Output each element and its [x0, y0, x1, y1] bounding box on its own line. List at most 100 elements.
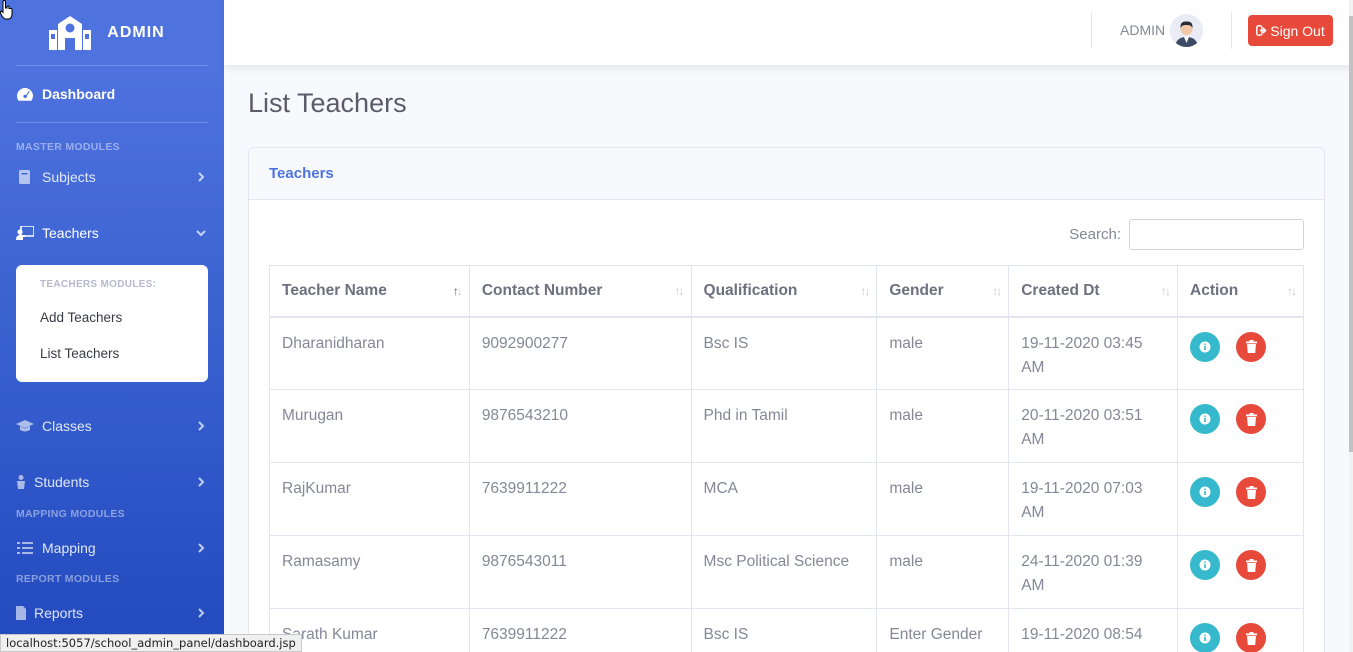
sidebar-item-label: Mapping [42, 540, 96, 556]
chevron-right-icon [198, 477, 205, 487]
table-header-row: Teacher Name ↑↓ Contact Number ↑↓ Qualific… [269, 265, 1304, 318]
cell-action [1177, 316, 1304, 390]
delete-button[interactable] [1236, 477, 1266, 507]
table-row: Ramasamy 9876543011 Msc Political Science m… [269, 535, 1304, 609]
trash-icon [1245, 412, 1257, 426]
sort-icon: ↑↓ [674, 283, 685, 298]
column-header-teacher-name[interactable]: Teacher Name ↑↓ [269, 265, 470, 318]
sidebar-item-label: Dashboard [42, 86, 116, 102]
sidebar-item-reports[interactable]: Reports [0, 585, 224, 641]
view-button[interactable] [1190, 404, 1220, 434]
info-icon [1199, 486, 1211, 498]
cell-gender: male [876, 535, 1010, 609]
column-header-action[interactable]: Action ↑↓ [1177, 265, 1304, 318]
cell-qualification: Bsc IS [690, 316, 878, 390]
page-title: List Teachers [248, 88, 407, 118]
search-label: Search: [1069, 226, 1121, 243]
sidebar-item-teachers[interactable]: Teachers [0, 201, 224, 265]
view-button[interactable] [1190, 477, 1220, 507]
user-avatar-icon [1170, 14, 1203, 47]
sidebar-item-label: Subjects [42, 169, 96, 185]
delete-button[interactable] [1236, 550, 1266, 580]
sort-icon: ↑↓ [860, 283, 870, 298]
cell-qualification: MCA [690, 462, 878, 536]
sidebar-item-dashboard[interactable]: Dashboard [0, 66, 224, 122]
user-name[interactable]: ADMIN [1120, 22, 1165, 38]
cell-qualification: Msc Political Science [690, 535, 878, 609]
cell-qualification: Phd in Tamil [690, 389, 878, 463]
sidebar-item-students[interactable]: Students [0, 456, 224, 508]
view-button[interactable] [1190, 623, 1220, 652]
topbar-divider [1231, 12, 1232, 49]
table-row: Murugan 9876543210 Phd in Tamil male 20-11-2… [269, 389, 1304, 463]
column-header-contact-number[interactable]: Contact Number ↑↓ [468, 265, 692, 318]
cell-created-dt: 19-11-2020 07:03 AM [1008, 462, 1178, 536]
view-button[interactable] [1190, 331, 1220, 362]
chevron-right-icon [198, 421, 205, 431]
cell-gender: Enter Gender [876, 608, 1010, 652]
submenu-header: TEACHERS MODULES: [40, 279, 157, 290]
table-row: Dharanidharan 9092900277 Bsc IS male 19-11-2… [269, 316, 1304, 390]
table-row: RajKumar 7639911222 MCA male 19-11-2020 07:0… [269, 462, 1304, 536]
browser-status-url: localhost:5057/school_admin_panel/dashbo… [0, 634, 302, 652]
school-icon [49, 15, 92, 50]
cell-gender: male [876, 389, 1010, 463]
trash-icon [1245, 558, 1257, 572]
delete-button[interactable] [1236, 331, 1266, 362]
file-icon [16, 606, 26, 620]
sign-out-button[interactable]: Sign Out [1248, 15, 1333, 46]
info-icon [1199, 559, 1211, 571]
sidebar-heading-mapping: MAPPING MODULES [16, 508, 125, 520]
cell-gender: male [876, 316, 1010, 390]
topbar-divider [1091, 12, 1092, 49]
cell-teacher-name: Dharanidharan [269, 316, 470, 390]
view-button[interactable] [1190, 550, 1220, 580]
search-input[interactable] [1129, 219, 1304, 250]
sign-out-icon [1256, 25, 1267, 36]
cell-created-dt: 19-11-2020 03:45 AM [1008, 316, 1178, 390]
sidebar-item-classes[interactable]: Classes [0, 396, 224, 456]
trash-icon [1245, 631, 1257, 645]
sidebar-item-label: Students [34, 474, 90, 490]
sort-icon: ↑↓ [992, 283, 1002, 298]
teachers-card: Teachers Search: Teacher Name ↑↓ Contact … [248, 147, 1325, 652]
teachers-table: Teacher Name ↑↓ Contact Number ↑↓ Qualific… [269, 265, 1304, 652]
sidebar-item-label: Teachers [42, 225, 99, 241]
cell-created-dt: 19-11-2020 08:54 AM [1008, 608, 1178, 652]
scrollbar-thumb[interactable] [1349, 16, 1353, 452]
info-icon [1199, 632, 1211, 644]
sort-icon: ↑↓ [1161, 283, 1171, 298]
column-header-qualification[interactable]: Qualification ↑↓ [690, 265, 878, 318]
column-header-created-dt[interactable]: Created Dt ↑↓ [1008, 265, 1178, 318]
cell-contact-number: 7639911222 [468, 462, 692, 536]
table-row: Sarath Kumar 7639911222 Bsc IS Enter Gender… [269, 608, 1304, 652]
chalkboard-teacher-icon [16, 226, 34, 240]
submenu-item-list-teachers[interactable]: List Teachers [16, 336, 208, 372]
chevron-right-icon [198, 543, 205, 553]
column-header-gender[interactable]: Gender ↑↓ [876, 265, 1010, 318]
cell-qualification: Bsc IS [690, 608, 878, 652]
chevron-right-icon [198, 608, 205, 618]
delete-button[interactable] [1236, 623, 1266, 652]
submenu-item-add-teachers[interactable]: Add Teachers [16, 300, 208, 336]
graduation-cap-icon [16, 419, 34, 433]
topbar: ADMIN Sign Out [224, 0, 1353, 65]
cell-created-dt: 20-11-2020 03:51 AM [1008, 389, 1178, 463]
delete-button[interactable] [1236, 404, 1266, 434]
sidebar-brand[interactable]: ADMIN [0, 0, 224, 65]
cell-action [1177, 608, 1304, 652]
cell-action [1177, 462, 1304, 536]
sort-asc-icon: ↑↓ [452, 283, 463, 298]
cell-action [1177, 389, 1304, 463]
table-search: Search: [1069, 219, 1304, 250]
info-icon [1199, 413, 1211, 425]
cell-contact-number: 9876543011 [468, 535, 692, 609]
sidebar-item-mapping[interactable]: Mapping [0, 520, 224, 576]
trash-icon [1245, 485, 1257, 499]
user-icon [16, 475, 26, 489]
avatar[interactable] [1170, 14, 1203, 47]
sidebar-item-subjects[interactable]: Subjects [0, 153, 224, 201]
card-header: Teachers [249, 148, 1324, 200]
page-scrollbar[interactable] [1349, 0, 1353, 652]
sign-out-label: Sign Out [1270, 22, 1325, 39]
